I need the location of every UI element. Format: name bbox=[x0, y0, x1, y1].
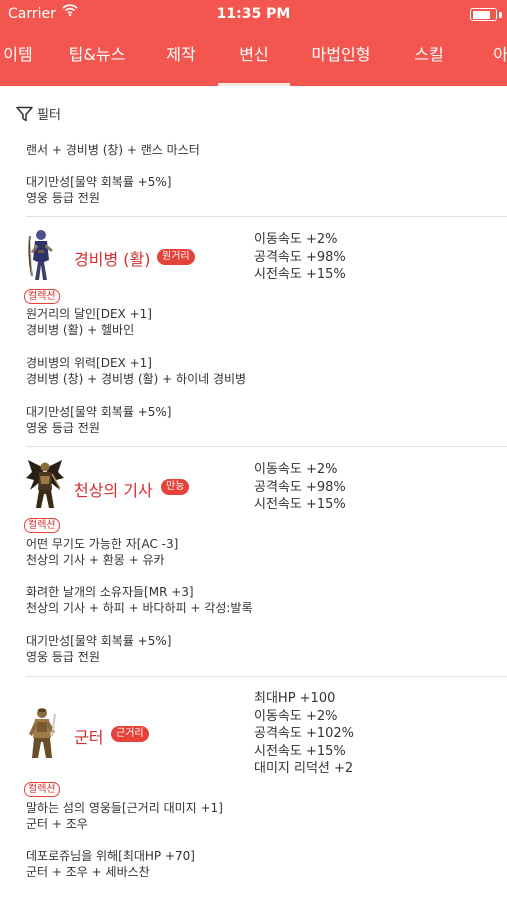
status-time: 11:35 PM bbox=[216, 6, 291, 22]
collection-recipe: 경비병 (창) + 경비병 (활) + 하이네 경비병 bbox=[26, 372, 247, 386]
active-tab-indicator bbox=[218, 83, 290, 86]
range-badge: 근거리 bbox=[111, 726, 149, 742]
tab-more[interactable]: 아이 bbox=[480, 28, 507, 86]
top-entry-recipe: 랜서 + 경비병 (창) + 랜스 마스터 bbox=[26, 143, 200, 157]
card-stats: 최대HP +100 이동속도 +2% 공격속도 +102% 시전속도 +15% … bbox=[254, 690, 354, 778]
card-stats-list: . bbox=[254, 431, 258, 449]
celestial-knight-sprite bbox=[24, 458, 66, 516]
tab-tips-news[interactable]: 팁&뉴스 bbox=[62, 28, 132, 86]
filter-icon bbox=[16, 106, 33, 121]
collection-recipe: 군터 + 조우 + 세바스찬 bbox=[26, 865, 150, 879]
card-name[interactable]: 천상의 기사 bbox=[74, 477, 153, 501]
tab-transform[interactable]: 변신 bbox=[218, 28, 290, 86]
collection-title: 대기만성[물약 회복률 +5%] bbox=[26, 405, 172, 419]
card-stats: 이동속도 +2% 공격속도 +98% 시전속도 +15% bbox=[254, 461, 346, 514]
guard-archer-sprite bbox=[26, 228, 56, 288]
stat-line: 최대HP +100 bbox=[254, 691, 336, 706]
collection-badge: 컬렉션 bbox=[24, 782, 60, 797]
collection-title: 대기만성[물약 회복률 +5%] bbox=[26, 634, 172, 648]
stat-line: 이동속도 +2% bbox=[254, 462, 338, 477]
collection-title: 데포로쥬님을 위해[최대HP +70] bbox=[26, 849, 195, 863]
stat-line: 공격속도 +98% bbox=[254, 479, 346, 495]
status-bar: Carrier 11:35 PM bbox=[0, 0, 507, 28]
collection-recipe: 천상의 기사 + 환몽 + 유카 bbox=[26, 553, 165, 567]
stat-line: 대미지 리덕션 +2 bbox=[254, 761, 354, 776]
collection-title: 화려한 날개의 소유자들[MR +3] bbox=[26, 585, 194, 599]
divider bbox=[26, 216, 507, 217]
collection-recipe: 영웅 등급 전원 bbox=[26, 650, 100, 664]
tab-craft[interactable]: 제작 bbox=[152, 28, 210, 86]
stat-line: 이동속도 +2% bbox=[254, 232, 338, 247]
collection-title: 경비병의 위력[DEX +1] bbox=[26, 356, 152, 370]
gunter-sprite bbox=[26, 706, 58, 766]
battery-icon bbox=[470, 8, 497, 21]
stat-line: 시전속도 +15% bbox=[254, 497, 346, 512]
collection-badge: 컬렉션 bbox=[24, 289, 60, 304]
stat-line: 공격속도 +102% bbox=[254, 726, 355, 741]
card-name[interactable]: 경비병 (활) bbox=[74, 246, 150, 270]
tab-skill[interactable]: 스킬 bbox=[402, 28, 456, 86]
collection-recipe: 천상의 기사 + 하피 + 바다하피 + 각성:발록 bbox=[26, 601, 253, 615]
stat-line: 시전속도 +15% bbox=[254, 743, 346, 759]
collection-title: 어떤 무기도 가능한 자[AC -3] bbox=[26, 537, 179, 551]
stat-line: 공격속도 +98% bbox=[254, 249, 346, 265]
collection-title: 말하는 섬의 영웅들[근거리 대미지 +1] bbox=[26, 801, 223, 815]
battery-tip bbox=[499, 12, 502, 18]
filter-button[interactable]: 필터 bbox=[16, 104, 61, 123]
tab-transform-label: 변신 bbox=[239, 45, 269, 64]
divider bbox=[26, 676, 507, 677]
card-stats: 이동속도 +2% 공격속도 +98% 시전속도 +15% bbox=[254, 231, 346, 284]
stat-line: 이동속도 +2% bbox=[254, 708, 338, 724]
category-tabs: 이템 팁&뉴스 제작 변신 마법인형 스킬 아이 bbox=[0, 28, 507, 86]
collection-recipe: 영웅 등급 전원 bbox=[26, 421, 100, 435]
stat-line: 시전속도 +15% bbox=[254, 267, 346, 282]
collection-recipe: 경비병 (활) + 헬바인 bbox=[26, 323, 135, 337]
collection-title: 원거리의 달인[DEX +1] bbox=[26, 307, 152, 321]
app-header: Carrier 11:35 PM 이템 팁&뉴스 제작 변신 마법인형 스킬 아… bbox=[0, 0, 507, 86]
top-entry-bonus: 대기만성[물약 회복률 +5%] bbox=[26, 175, 172, 189]
collection-recipe: 군터 + 조우 bbox=[26, 817, 88, 831]
filter-label: 필터 bbox=[37, 108, 61, 123]
tab-magic-doll[interactable]: 마법인형 bbox=[305, 28, 377, 86]
divider bbox=[26, 446, 507, 447]
range-badge: 만능 bbox=[161, 479, 190, 495]
range-badge: 원거리 bbox=[157, 249, 195, 265]
top-entry-note: 영웅 등급 전원 bbox=[26, 191, 100, 205]
tab-item[interactable]: 이템 bbox=[0, 28, 46, 86]
collection-badge: 컬렉션 bbox=[24, 518, 60, 533]
card-name[interactable]: 군터 bbox=[74, 724, 103, 748]
